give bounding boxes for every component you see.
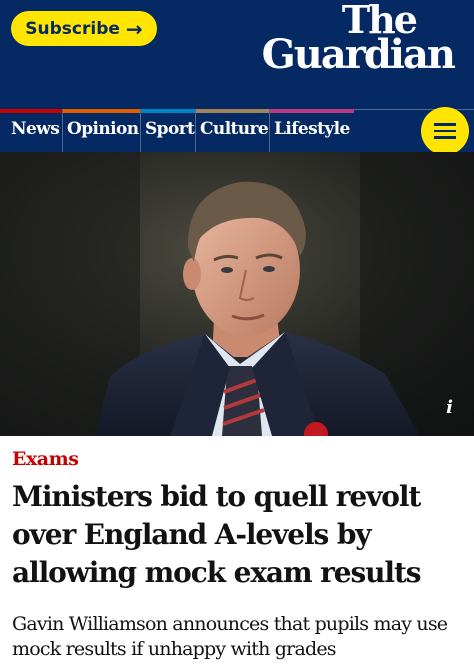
masthead: Subscribe → The Guardian News Opinion Sp… [0, 0, 474, 155]
nav-item-sport[interactable]: Sport [141, 109, 196, 152]
logo-line-2: Guardian [261, 31, 456, 78]
article-standfirst: Gavin Williamson announces that pupils m… [12, 613, 448, 660]
article-headline[interactable]: Ministers bid to quell revolt over Engla… [12, 478, 467, 592]
nav-color-bar [141, 109, 195, 113]
arrow-right-icon: → [125, 16, 143, 41]
portrait-illustration [0, 152, 474, 436]
nav-item-label: Opinion [67, 119, 139, 139]
subscribe-label: Subscribe [25, 18, 120, 39]
menu-line [434, 129, 456, 133]
menu-line [434, 136, 456, 139]
nav-color-bar [196, 109, 269, 113]
article-photo: i [0, 152, 474, 436]
hamburger-icon[interactable] [421, 107, 469, 155]
nav-item-lifestyle[interactable]: Lifestyle [270, 109, 354, 152]
nav-color-bar [270, 109, 354, 113]
nav-item-label: Lifestyle [274, 119, 350, 139]
pillar-nav: News Opinion Sport Culture Lifestyle [0, 109, 354, 152]
article-kicker[interactable]: Exams [12, 448, 79, 470]
menu-line [434, 123, 456, 126]
nav-color-bar [0, 109, 62, 113]
nav-item-opinion[interactable]: Opinion [63, 109, 141, 152]
nav-item-label: News [11, 119, 60, 139]
nav-item-culture[interactable]: Culture [196, 109, 270, 152]
nav-item-news[interactable]: News [0, 109, 63, 152]
nav-color-bar [63, 109, 140, 113]
nav-item-label: Sport [145, 119, 195, 139]
info-icon[interactable]: i [446, 397, 453, 418]
subscribe-button[interactable]: Subscribe → [11, 11, 157, 46]
guardian-logo[interactable]: The Guardian [261, 1, 456, 78]
nav-item-label: Culture [200, 119, 269, 139]
